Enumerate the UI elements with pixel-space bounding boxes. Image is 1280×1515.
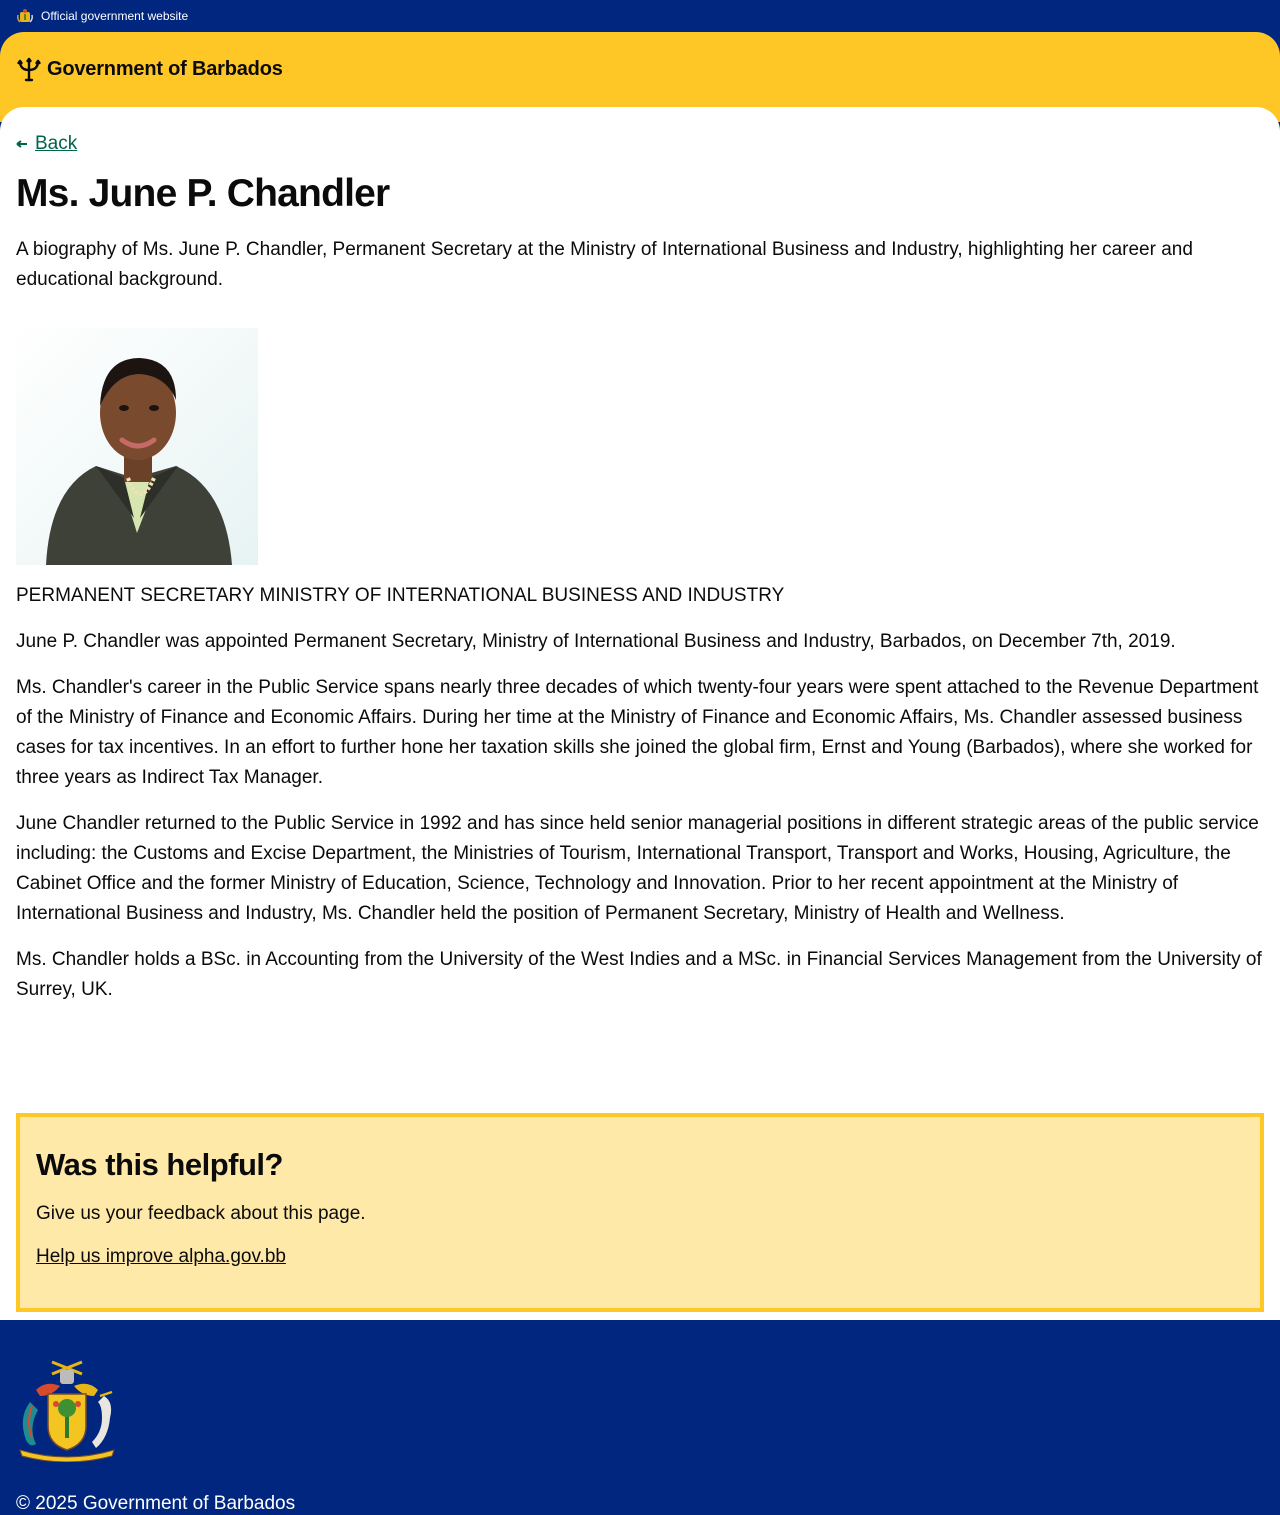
page-title: Ms. June P. Chandler xyxy=(16,172,390,215)
back-link-label: Back xyxy=(35,133,78,154)
back-link[interactable]: Back xyxy=(16,133,77,155)
arrow-left-icon xyxy=(16,140,27,148)
feedback-link[interactable]: Help us improve alpha.gov.bb xyxy=(36,1246,286,1268)
feedback-box: Was this helpful? Give us your feedback … xyxy=(16,1113,1264,1312)
official-banner: Official government website xyxy=(0,0,1280,32)
main-content: Back Ms. June P. Chandler A biography of… xyxy=(0,107,1280,1320)
coat-of-arms-icon xyxy=(19,1360,115,1462)
footer-copyright: © 2025 Government of Barbados xyxy=(16,1493,296,1514)
official-banner-label: Official government website xyxy=(41,9,189,23)
bio-subtitle: PERMANENT SECRETARY MINISTRY OF INTERNAT… xyxy=(16,584,785,606)
brand-name: Government of Barbados xyxy=(47,57,283,80)
feedback-text: Give us your feedback about this page. xyxy=(36,1203,366,1224)
portrait-image xyxy=(16,327,258,565)
trident-icon xyxy=(17,57,41,82)
home-link[interactable]: Government of Barbados xyxy=(16,56,283,82)
page-lede: A biography of Ms. June P. Chandler, Per… xyxy=(16,238,1193,290)
bio-paragraph: Ms. Chandler's career in the Public Serv… xyxy=(16,676,1259,788)
feedback-heading: Was this helpful? xyxy=(36,1147,283,1182)
bio-paragraph: June Chandler returned to the Public Ser… xyxy=(16,812,1259,924)
site-footer: © 2025 Government of Barbados xyxy=(0,1320,1280,1515)
bio-paragraph: June P. Chandler was appointed Permanent… xyxy=(16,630,1176,652)
biography: PERMANENT SECRETARY MINISTRY OF INTERNAT… xyxy=(16,581,1264,1005)
bio-paragraph: Ms. Chandler holds a BSc. in Accounting … xyxy=(16,948,1262,1000)
coat-of-arms-icon xyxy=(16,7,34,25)
